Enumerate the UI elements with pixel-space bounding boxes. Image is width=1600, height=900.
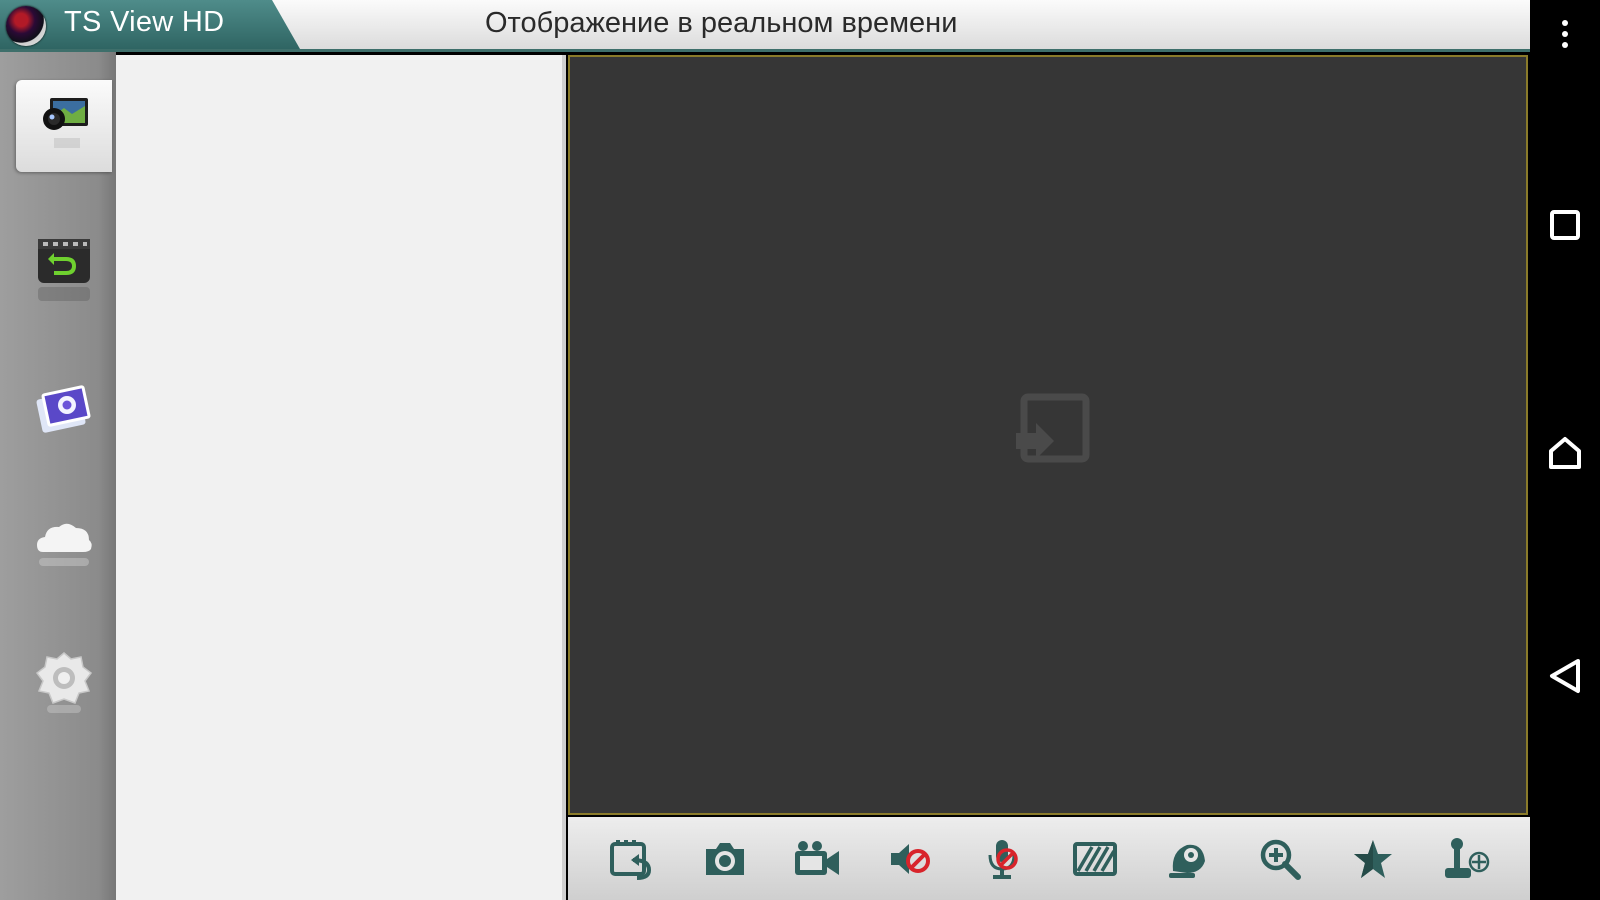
tool-audio[interactable] (880, 829, 940, 889)
device-list-panel (116, 55, 566, 900)
page-title: Отображение в реальном времени (485, 7, 958, 39)
live-view-icon (43, 98, 88, 148)
tool-record[interactable] (787, 829, 847, 889)
snapshot-icon (705, 842, 744, 875)
joystick-icon (1444, 837, 1489, 878)
tool-talk[interactable] (973, 829, 1033, 889)
zoom-icon (1261, 839, 1302, 880)
app-logo-icon (6, 6, 46, 46)
more-options-button[interactable] (1545, 14, 1585, 54)
main-sidebar (0, 52, 116, 900)
app-brand: TS View HD (0, 0, 300, 49)
tool-snapshot[interactable] (695, 829, 755, 889)
app-title: TS View HD (64, 6, 225, 38)
tool-favorites[interactable] (1343, 829, 1403, 889)
tool-playback-switch[interactable] (602, 829, 662, 889)
favorites-icon (1354, 839, 1393, 878)
video-toolbar (568, 817, 1530, 900)
record-icon (795, 840, 840, 875)
back-button[interactable] (1545, 656, 1585, 696)
playback-switch-icon (610, 839, 652, 880)
tool-image-quality[interactable] (1065, 829, 1125, 889)
image-quality-icon (1073, 841, 1118, 876)
title-bar: TS View HD Отображение в реальном времен… (0, 0, 1530, 52)
gallery-icon (36, 385, 91, 433)
tool-zoom[interactable] (1250, 829, 1310, 889)
add-camera-icon[interactable] (1010, 387, 1090, 467)
back-icon (1550, 659, 1580, 693)
system-nav-bar (1530, 0, 1600, 900)
settings-icon (35, 652, 93, 713)
nav-cloud[interactable] (16, 498, 112, 590)
nav-settings[interactable] (16, 636, 112, 728)
nav-live-view[interactable] (16, 80, 112, 172)
tool-ptz[interactable] (1158, 829, 1218, 889)
more-options-icon (1562, 20, 1568, 48)
home-icon (1549, 437, 1581, 469)
cloud-icon (37, 523, 92, 566)
home-button[interactable] (1545, 433, 1585, 473)
recent-apps-button[interactable] (1545, 205, 1585, 245)
audio-off-icon (891, 843, 931, 874)
nav-playback[interactable] (16, 224, 112, 316)
ptz-icon (1168, 844, 1205, 878)
playback-icon (38, 239, 90, 301)
nav-gallery[interactable] (16, 362, 112, 454)
recent-apps-icon (1550, 210, 1580, 240)
tool-joystick[interactable] (1436, 829, 1496, 889)
live-video-window[interactable] (568, 55, 1528, 815)
talk-off-icon (988, 839, 1018, 879)
